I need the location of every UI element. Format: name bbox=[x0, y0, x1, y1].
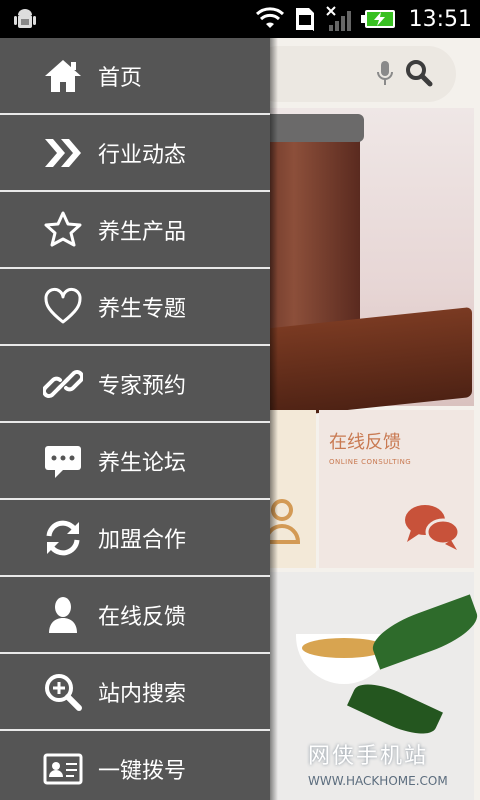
chat-bubbles-icon bbox=[405, 505, 461, 550]
watermark: 网侠手机站 WWW.HACKHOME.COM bbox=[308, 738, 476, 788]
search-icon[interactable] bbox=[404, 58, 434, 88]
status-bar: ! 13:51 bbox=[0, 0, 480, 38]
signal-icon bbox=[325, 6, 351, 31]
feedback-tile-subtitle: ONLINE CONSULTING bbox=[329, 458, 412, 466]
menu-item-home[interactable]: 首页 bbox=[0, 38, 270, 115]
battery-charging-icon bbox=[360, 10, 395, 28]
clock: 13:51 bbox=[408, 6, 472, 32]
search-bar[interactable] bbox=[250, 46, 456, 102]
menu-item-expert-booking[interactable]: 专家预约 bbox=[0, 346, 270, 423]
menu-item-label: 行业动态 bbox=[98, 142, 187, 168]
menu-item-forum[interactable]: 养生论坛 bbox=[0, 423, 270, 500]
mic-icon[interactable] bbox=[376, 60, 394, 88]
menu-item-partnership[interactable]: 加盟合作 bbox=[0, 500, 270, 577]
feedback-tile-title: 在线反馈 bbox=[329, 432, 401, 453]
menu-item-label: 在线反馈 bbox=[98, 604, 187, 630]
menu-item-label: 一键拨号 bbox=[98, 758, 187, 784]
menu-item-feedback[interactable]: 在线反馈 bbox=[0, 577, 270, 654]
double-chevron-right-icon bbox=[43, 133, 83, 173]
menu-item-products[interactable]: 养生产品 bbox=[0, 192, 270, 269]
menu-item-label: 养生专题 bbox=[98, 296, 187, 322]
star-outline-icon bbox=[43, 210, 83, 250]
menu-item-label: 养生产品 bbox=[98, 219, 187, 245]
watermark-brand: 网侠手机站 bbox=[308, 744, 429, 769]
watermark-url: WWW.HACKHOME.COM bbox=[308, 774, 448, 788]
chat-bubble-icon bbox=[43, 441, 83, 481]
link-icon bbox=[43, 364, 83, 404]
heart-outline-icon bbox=[43, 287, 83, 327]
menu-item-site-search[interactable]: 站内搜索 bbox=[0, 654, 270, 731]
refresh-icon bbox=[43, 518, 83, 558]
menu-item-label: 养生论坛 bbox=[98, 450, 187, 476]
home-icon bbox=[43, 56, 83, 96]
menu-item-label: 加盟合作 bbox=[98, 527, 187, 553]
feedback-tile[interactable]: 在线反馈 ONLINE CONSULTING bbox=[319, 410, 474, 568]
menu-item-industry-news[interactable]: 行业动态 bbox=[0, 115, 270, 192]
tea-leaf bbox=[347, 674, 443, 744]
android-debug-icon bbox=[14, 9, 36, 28]
wifi-icon bbox=[255, 7, 284, 28]
menu-item-one-click-dial[interactable]: 一键拨号 bbox=[0, 731, 270, 800]
svg-text:!: ! bbox=[312, 24, 315, 32]
navigation-drawer: 首页 行业动态 养生产品 养生专题 专家预约 养生论坛 加盟合作 在线反馈 站内… bbox=[0, 38, 278, 800]
menu-item-topics[interactable]: 养生专题 bbox=[0, 269, 270, 346]
contact-card-icon bbox=[43, 749, 83, 789]
menu-item-label: 站内搜索 bbox=[98, 681, 187, 707]
person-icon bbox=[43, 595, 83, 635]
zoom-in-icon bbox=[43, 672, 83, 712]
menu-item-label: 首页 bbox=[98, 65, 143, 91]
tea-leaf bbox=[366, 594, 480, 670]
menu-item-label: 专家预约 bbox=[98, 373, 187, 399]
sim-icon: ! bbox=[295, 8, 315, 32]
